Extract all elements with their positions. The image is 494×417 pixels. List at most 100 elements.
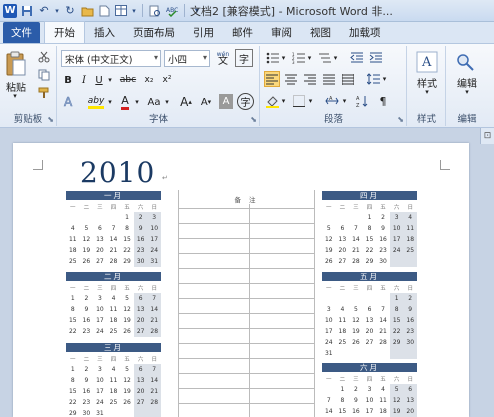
subscript-button[interactable]: x₂	[141, 72, 157, 88]
text-effects-icon[interactable]: A	[61, 93, 79, 111]
ruler-toggle-icon[interactable]: ⊡	[480, 128, 494, 144]
tab-view[interactable]: 视图	[301, 22, 340, 43]
paste-icon[interactable]	[3, 49, 29, 79]
word-logo-icon[interactable]: W	[3, 3, 17, 18]
table-icon[interactable]	[114, 4, 128, 18]
styles-icon[interactable]: A	[413, 50, 441, 74]
undo-icon[interactable]: ↶	[37, 4, 51, 18]
day-cell: 31	[324, 350, 333, 357]
tab-references[interactable]: 引用	[184, 22, 223, 43]
shading-dropdown-icon[interactable]: ▾	[280, 93, 287, 109]
highlight-button[interactable]: aby	[86, 93, 106, 111]
italic-button[interactable]: I	[77, 72, 91, 88]
undo-dropdown-icon[interactable]: ▾	[54, 4, 60, 18]
line-spacing-icon[interactable]	[365, 71, 381, 87]
font-size-select[interactable]: 小四 ▾	[164, 50, 210, 67]
borders-icon[interactable]	[291, 93, 307, 109]
day-cell: 13	[338, 236, 347, 243]
tab-review[interactable]: 审阅	[262, 22, 301, 43]
tab-page-layout[interactable]: 页面布局	[124, 22, 184, 43]
bullets-icon[interactable]	[264, 50, 280, 66]
editing-dropdown-icon[interactable]: ▾	[461, 88, 473, 96]
weekday-label: 四	[110, 285, 117, 292]
distributed-icon[interactable]	[340, 71, 356, 87]
cut-icon[interactable]	[36, 49, 52, 65]
multilevel-dropdown-icon[interactable]: ▾	[332, 50, 339, 66]
weekday-label: 二	[83, 356, 90, 363]
notes-line	[179, 313, 314, 314]
font-name-select[interactable]: 宋体 (中文正文) ▾	[61, 50, 161, 67]
increase-indent-icon[interactable]	[367, 50, 383, 66]
change-case-button[interactable]: Aa	[145, 93, 163, 111]
paste-button[interactable]: 粘贴	[3, 80, 29, 94]
tab-file[interactable]: 文件	[3, 22, 40, 43]
month-grid: 一二三四五六日 1 2 3 4 5 6 7 8 9 10 11 12 13 14 15 16 17 18 19 20 21…	[66, 353, 161, 417]
align-center-icon[interactable]	[283, 71, 299, 87]
day-cell: 14	[352, 236, 360, 243]
decrease-indent-icon[interactable]	[348, 50, 364, 66]
day-cell: 19	[123, 317, 131, 324]
borders-dropdown-icon[interactable]: ▾	[307, 93, 314, 109]
multilevel-list-icon[interactable]	[316, 50, 332, 66]
editing-icon[interactable]	[452, 50, 480, 74]
chinese-layout-icon[interactable]: A	[323, 93, 341, 109]
tab-addins[interactable]: 加载项	[340, 22, 390, 43]
day-cell: 1	[367, 214, 372, 221]
justify-icon[interactable]	[321, 71, 337, 87]
strikethrough-button[interactable]: abc	[118, 72, 138, 88]
day-cell: 9	[133, 223, 148, 234]
enclosed-char-button[interactable]: 字	[237, 93, 254, 110]
clipboard-launcher-icon[interactable]: ⬊	[47, 115, 54, 124]
styles-group-label: 样式	[416, 114, 436, 125]
underline-button[interactable]: U	[92, 72, 106, 88]
day-cell: 1	[70, 366, 75, 373]
highlight-dropdown-icon[interactable]: ▾	[106, 93, 114, 111]
font-color-button[interactable]: A	[117, 93, 133, 111]
day-cell: 7	[147, 364, 161, 375]
enclose-char-button[interactable]: 字	[235, 49, 253, 67]
tab-insert[interactable]: 插入	[85, 22, 124, 43]
chinese-layout-dropdown-icon[interactable]: ▾	[341, 93, 348, 109]
sort-icon[interactable]: AZ	[354, 93, 370, 109]
tab-home[interactable]: 开始	[44, 21, 85, 43]
spelling-icon[interactable]: ABC	[165, 4, 179, 18]
redo-icon[interactable]: ↻	[63, 4, 77, 18]
table-dropdown-icon[interactable]: ▾	[131, 4, 137, 18]
line-spacing-dropdown-icon[interactable]: ▾	[381, 71, 388, 87]
align-left-icon[interactable]	[264, 71, 280, 87]
bold-button[interactable]: B	[61, 72, 75, 88]
day-cell: 9	[84, 306, 89, 313]
superscript-button[interactable]: x²	[159, 72, 175, 88]
weekday-label: 五	[380, 285, 386, 292]
show-marks-icon[interactable]: ¶	[375, 93, 391, 109]
shrink-font-button[interactable]: A ▾	[197, 93, 215, 111]
day-cell	[147, 408, 161, 417]
grow-font-button[interactable]: A ▴	[177, 93, 195, 111]
open-icon[interactable]	[80, 4, 94, 18]
char-shading-button[interactable]: A	[219, 94, 233, 109]
shading-icon[interactable]	[264, 93, 280, 109]
paste-dropdown-icon[interactable]: ▾	[9, 92, 21, 100]
print-preview-icon[interactable]	[148, 4, 162, 18]
copy-icon[interactable]	[36, 67, 52, 83]
numbering-dropdown-icon[interactable]: ▾	[306, 50, 313, 66]
format-painter-icon[interactable]	[36, 85, 52, 101]
toolbar-separator	[142, 4, 143, 17]
weekday-label: 四	[366, 285, 373, 292]
numbering-icon[interactable]: 123	[290, 50, 306, 66]
bullets-dropdown-icon[interactable]: ▾	[280, 50, 287, 66]
highlight-label: aby	[87, 96, 105, 109]
save-icon[interactable]	[20, 4, 34, 18]
new-document-icon[interactable]	[97, 4, 111, 18]
phonetic-guide-button[interactable]: wén 文	[214, 49, 232, 67]
align-right-icon[interactable]	[302, 71, 318, 87]
editing-button[interactable]: 编辑	[450, 76, 484, 90]
styles-button[interactable]: 样式	[411, 76, 443, 90]
tab-mailings[interactable]: 邮件	[223, 22, 262, 43]
change-case-dropdown-icon[interactable]: ▾	[163, 93, 171, 111]
font-launcher-icon[interactable]: ⬊	[250, 115, 257, 124]
paragraph-launcher-icon[interactable]: ⬊	[397, 115, 404, 124]
underline-dropdown-icon[interactable]: ▾	[106, 72, 114, 88]
font-color-dropdown-icon[interactable]: ▾	[133, 93, 141, 111]
styles-dropdown-icon[interactable]: ▾	[421, 88, 433, 96]
